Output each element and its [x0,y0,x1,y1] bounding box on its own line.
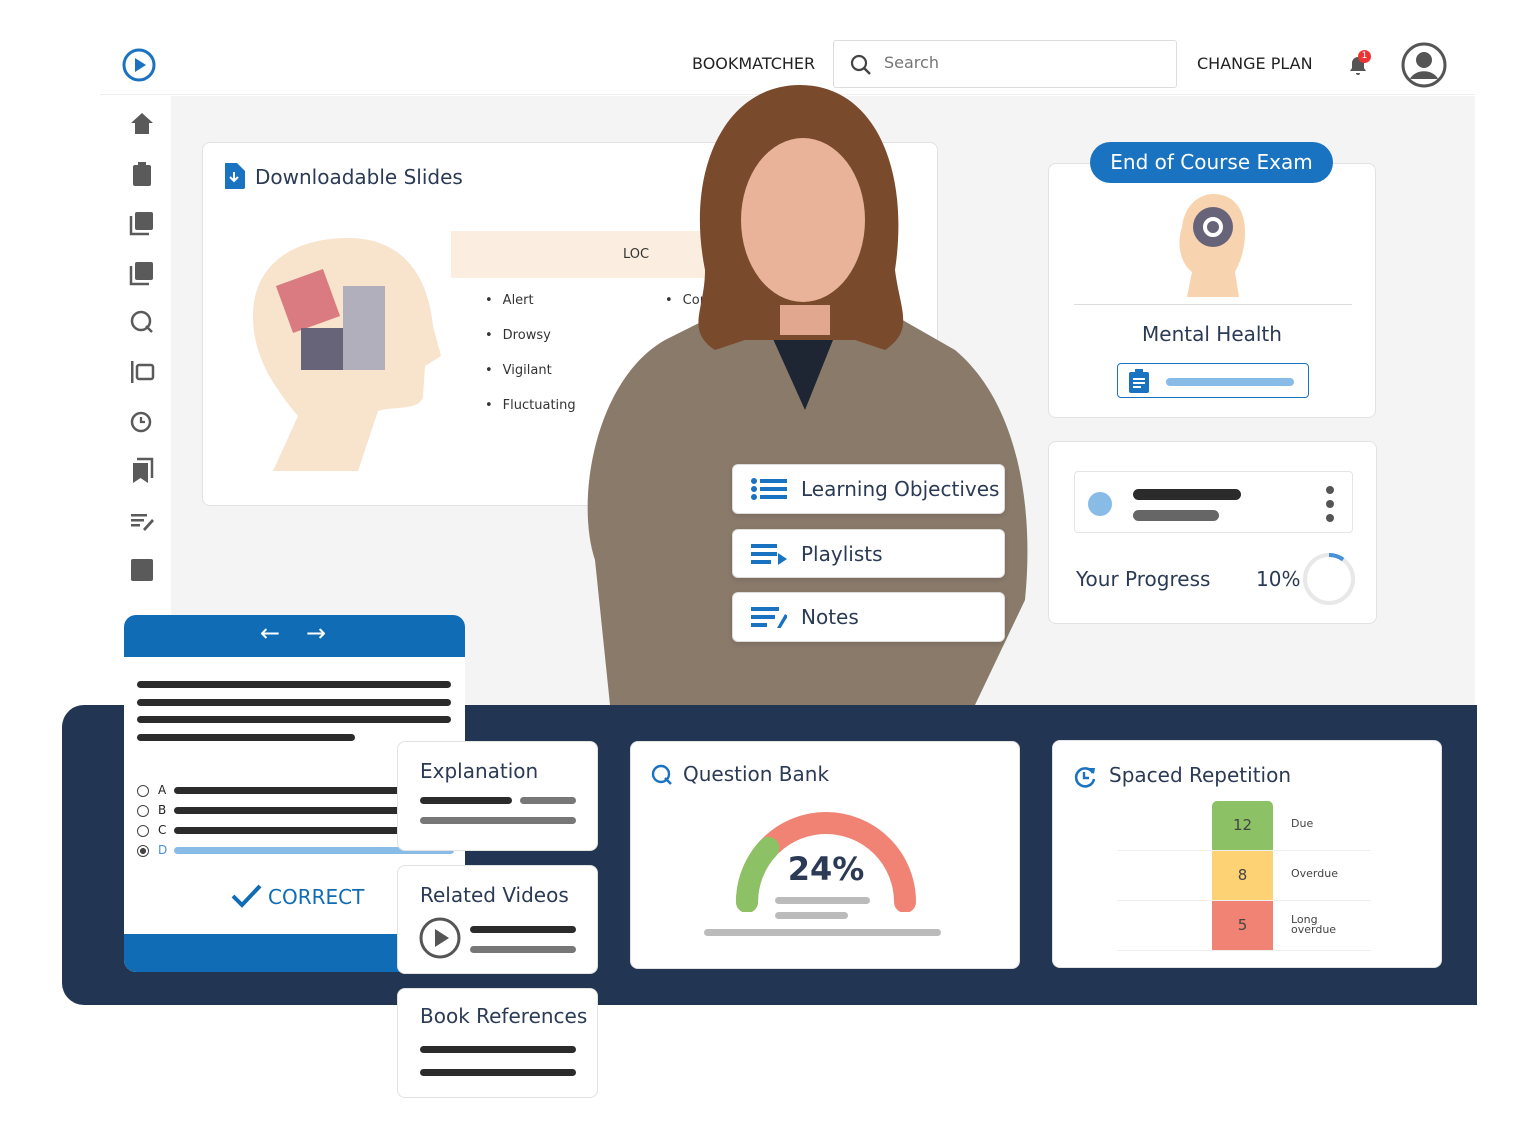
repetition-count[interactable]: 5 [1212,901,1273,950]
learning-objectives-label: Learning Objectives [801,477,1000,501]
notes-label: Notes [801,605,859,629]
question-icon[interactable] [128,308,156,336]
learning-objectives-button[interactable]: Learning Objectives [732,464,1005,514]
more-vertical-icon[interactable] [1325,486,1335,522]
file-download-icon [225,163,245,189]
option-letter: B [158,803,167,817]
repeat-clock-icon[interactable] [128,408,156,436]
quiz-result: CORRECT [268,885,365,909]
clipboard-icon[interactable] [128,160,156,188]
question-line [137,681,451,688]
radio-button[interactable] [137,825,149,837]
question-line [137,734,355,741]
check-icon [231,884,262,908]
progress-value: 10% [1256,567,1301,591]
question-icon [651,764,672,785]
spaced-repetition-title: Spaced Repetition [1109,763,1292,787]
placeholder-line [704,929,941,936]
notes-icon[interactable] [128,507,156,535]
notes-icon [751,607,787,628]
repeat-clock-icon [1074,767,1096,788]
repetition-label: Long overdue [1291,913,1337,936]
explanation-title: Explanation [420,759,539,783]
search-input[interactable] [884,53,1154,72]
placeholder-line [420,1046,576,1053]
playlists-label: Playlists [801,541,883,566]
book-references-card[interactable]: Book References [397,988,598,1098]
radio-button[interactable] [137,845,149,857]
option-letter: C [158,823,167,837]
playlists-button[interactable]: Playlists [732,529,1005,578]
app-logo[interactable] [120,46,158,84]
exam-progress-bar [1166,378,1294,386]
loc-item: Vigilant [485,363,552,378]
library-icon[interactable] [128,259,156,287]
repetition-count[interactable]: 8 [1212,851,1273,900]
quiz-header: ← → [124,615,465,657]
question-line [137,699,451,706]
change-plan-link[interactable]: CHANGE PLAN [1197,54,1313,73]
loc-item: Alert [485,293,534,308]
question-bank-title: Question Bank [683,762,830,786]
notes-button[interactable]: Notes [732,592,1005,642]
radio-button[interactable] [137,785,149,797]
arrow-right-icon[interactable]: → [306,619,326,647]
repetition-label: Overdue [1291,867,1338,880]
placeholder-line [470,946,576,953]
placeholder-line [470,926,576,933]
clipboard-icon [1129,369,1149,393]
status-dot [1088,492,1112,516]
course-item[interactable] [1074,471,1353,533]
bookmarks-icon[interactable] [128,457,156,485]
book-references-title: Book References [420,1004,588,1028]
question-bank-card[interactable]: Question Bank 24% [630,741,1020,969]
placeholder-line [420,817,576,824]
question-bank-score: 24% [787,850,865,888]
progress-card: Your Progress 10% [1048,441,1377,624]
spaced-repetition-card[interactable]: Spaced Repetition 12 Due 8 Overdue 5 Long ove… [1052,740,1442,968]
question-line [137,716,451,723]
related-videos-title: Related Videos [420,883,569,907]
placeholder-line [1133,489,1241,500]
placeholder-line [420,797,512,804]
option-letter: A [158,783,167,797]
list-icon [751,478,787,500]
radio-button[interactable] [137,805,149,817]
placeholder-line [775,897,870,904]
chart-icon[interactable] [128,556,156,584]
loc-item: Drowsy [485,328,551,343]
list-icon[interactable] [128,358,156,386]
notification-badge: 1 [1358,50,1371,63]
end-of-course-exam-badge[interactable]: End of Course Exam [1090,142,1333,183]
repetition-count[interactable]: 12 [1212,801,1273,850]
exam-card[interactable]: Mental Health [1048,163,1376,418]
divider [1074,304,1352,305]
placeholder-line [520,797,576,804]
placeholder-line [1133,510,1219,521]
search-icon [850,54,871,75]
head-puzzle-illustration [253,238,441,471]
placeholder-line [420,1069,576,1076]
placeholder-line [775,912,848,919]
exam-topic: Mental Health [1142,322,1282,346]
progress-label: Your Progress [1076,567,1211,591]
playlist-icon [751,543,787,565]
start-exam-button[interactable] [1117,363,1309,398]
related-videos-card[interactable]: Related Videos [397,865,598,974]
option-letter: D [158,843,168,857]
video-library-icon[interactable] [128,209,156,237]
bookmatcher-link[interactable]: BOOKMATCHER [692,54,815,73]
repetition-label: Due [1291,817,1314,830]
arrow-left-icon[interactable]: ← [260,619,280,647]
divider [1117,950,1371,951]
play-circle-icon[interactable] [418,916,462,960]
progress-ring [1303,553,1355,605]
explanation-card[interactable]: Explanation [397,741,598,851]
avatar[interactable] [1401,42,1447,88]
slides-title: Downloadable Slides [255,165,463,189]
mental-health-head-icon [1179,194,1245,297]
home-icon[interactable] [128,110,156,138]
